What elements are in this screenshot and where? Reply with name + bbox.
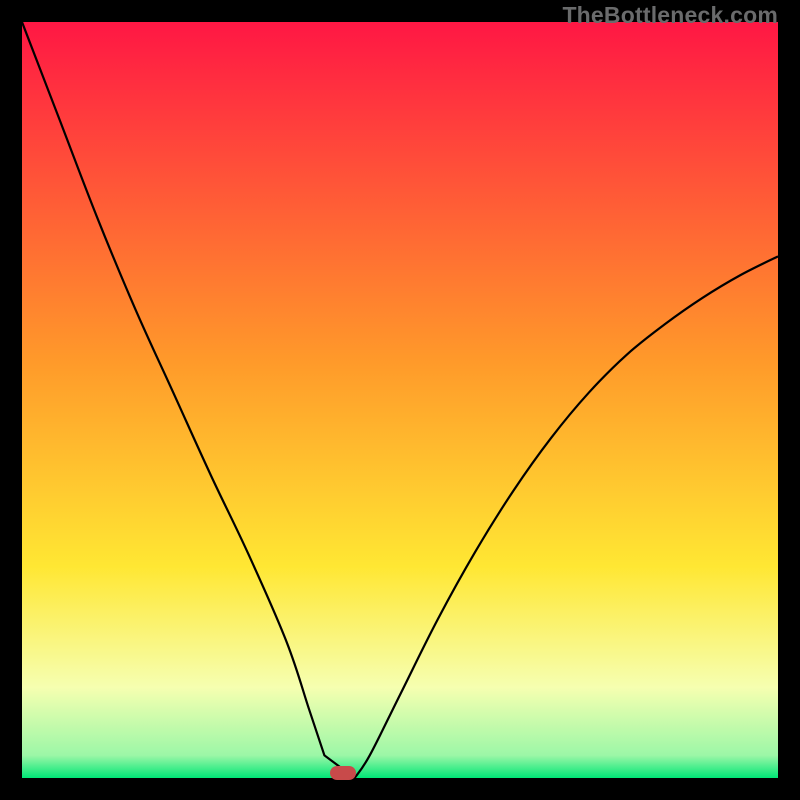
plot-area <box>22 22 778 778</box>
chart-frame: TheBottleneck.com <box>0 0 800 800</box>
gradient-background <box>22 22 778 778</box>
watermark-label: TheBottleneck.com <box>562 2 778 29</box>
plot-svg <box>22 22 778 778</box>
optimum-marker <box>330 766 356 780</box>
